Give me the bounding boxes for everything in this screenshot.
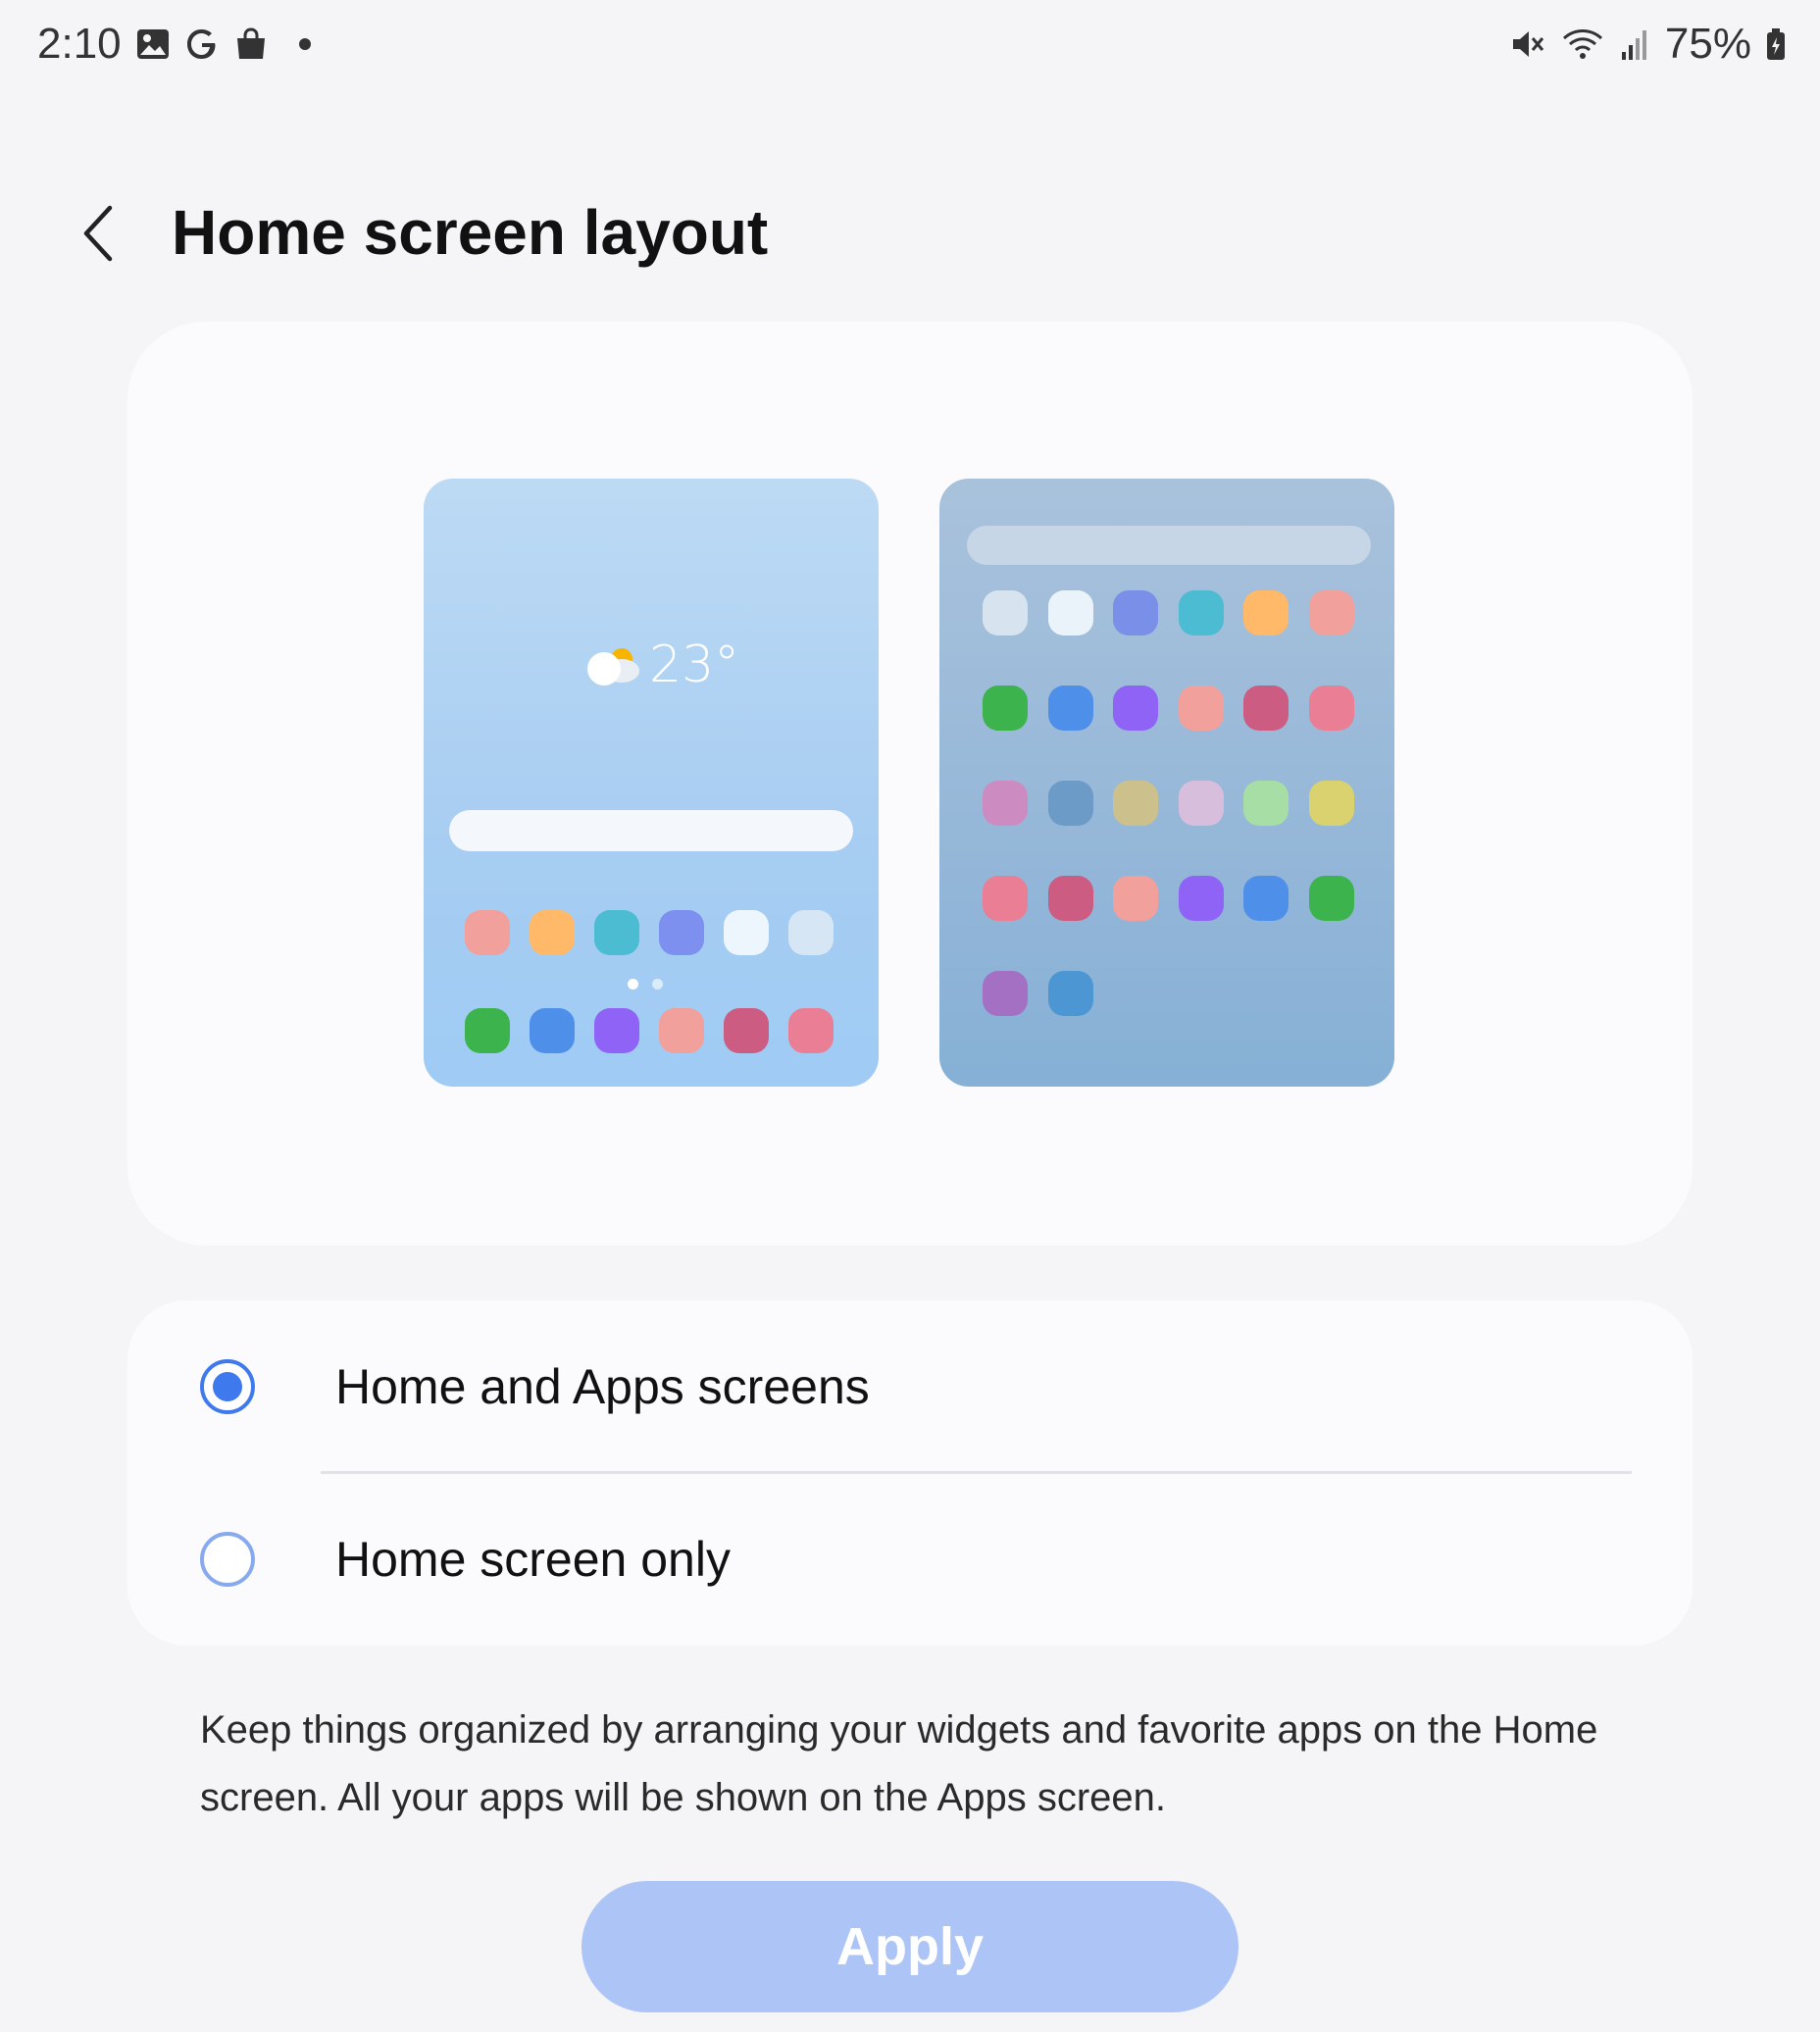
back-chevron-icon xyxy=(83,205,113,262)
header: Home screen layout xyxy=(0,177,1820,294)
apps-screen-preview xyxy=(939,479,1394,1087)
wifi-icon xyxy=(1561,26,1606,62)
app-icon xyxy=(659,1008,704,1053)
app-icon xyxy=(1047,876,1093,921)
app-icon xyxy=(1243,686,1289,731)
notification-dot-icon xyxy=(298,37,312,51)
battery-icon xyxy=(1765,26,1787,62)
home-search-bar xyxy=(449,810,853,851)
apply-button[interactable]: Apply xyxy=(581,1881,1239,2012)
app-icon xyxy=(1243,876,1289,921)
app-icon xyxy=(1113,686,1158,731)
app-icon xyxy=(724,910,769,955)
option-home-only[interactable]: Home screen only xyxy=(127,1473,1693,1646)
mute-icon xyxy=(1510,26,1547,62)
app-icon xyxy=(788,910,834,955)
app-icon xyxy=(1178,876,1224,921)
app-icon xyxy=(1178,686,1224,731)
home-app-row xyxy=(465,910,853,955)
app-icon xyxy=(983,781,1028,826)
app-icon xyxy=(465,910,510,955)
app-icon xyxy=(530,1008,575,1053)
weather-partly-cloudy-icon xyxy=(587,648,639,686)
status-right: 75% xyxy=(1510,20,1787,69)
option-label: Home and Apps screens xyxy=(335,1359,870,1414)
home-screen-preview: 23° xyxy=(424,479,879,1087)
app-icon xyxy=(1113,876,1158,921)
app-icon xyxy=(724,1008,769,1053)
option-home-and-apps[interactable]: Home and Apps screens xyxy=(127,1300,1693,1473)
page-dot-active xyxy=(628,979,638,990)
app-icon xyxy=(594,1008,639,1053)
app-icon xyxy=(1308,686,1354,731)
app-icon xyxy=(1178,781,1224,826)
google-icon xyxy=(184,26,220,62)
home-dock-row xyxy=(465,1008,853,1053)
app-icon xyxy=(1243,781,1289,826)
radio-button[interactable] xyxy=(200,1532,255,1587)
page-title: Home screen layout xyxy=(172,197,769,268)
layout-options-card: Home and Apps screens Home screen only xyxy=(127,1300,1693,1646)
layout-preview-card: 23° xyxy=(127,322,1693,1245)
app-icon xyxy=(1047,590,1093,635)
app-icon xyxy=(983,876,1028,921)
app-icon xyxy=(983,590,1028,635)
app-icon xyxy=(1047,971,1093,1016)
status-time: 2:10 xyxy=(37,20,122,68)
option-label: Home screen only xyxy=(335,1532,731,1587)
weather-widget: 23° xyxy=(581,635,739,694)
signal-icon xyxy=(1620,26,1651,62)
app-icon xyxy=(1308,876,1354,921)
app-icon xyxy=(983,686,1028,731)
layout-description: Keep things organized by arranging your … xyxy=(200,1708,1598,1819)
app-icon xyxy=(465,1008,510,1053)
radio-button[interactable] xyxy=(200,1359,255,1414)
app-icon xyxy=(1113,590,1158,635)
back-button[interactable] xyxy=(69,194,127,273)
gallery-icon xyxy=(135,26,171,62)
battery-percent: 75% xyxy=(1664,20,1751,68)
app-icon xyxy=(1047,781,1093,826)
app-icon xyxy=(983,971,1028,1016)
weather-temperature: 23° xyxy=(649,635,740,694)
app-icon xyxy=(594,910,639,955)
app-icon xyxy=(1308,781,1354,826)
app-icon xyxy=(788,1008,834,1053)
app-icon xyxy=(530,910,575,955)
app-icon xyxy=(1113,781,1158,826)
app-icon xyxy=(1243,590,1289,635)
apps-grid xyxy=(983,590,1354,1016)
status-left: 2:10 xyxy=(37,20,312,69)
app-icon xyxy=(1308,590,1354,635)
app-icon xyxy=(1047,686,1093,731)
apps-search-bar xyxy=(967,526,1371,565)
shopping-bag-icon xyxy=(233,26,269,62)
page-dot xyxy=(652,979,663,990)
app-icon xyxy=(1178,590,1224,635)
status-bar: 2:10 75% xyxy=(0,0,1820,96)
app-icon xyxy=(659,910,704,955)
page-indicator xyxy=(628,979,663,990)
